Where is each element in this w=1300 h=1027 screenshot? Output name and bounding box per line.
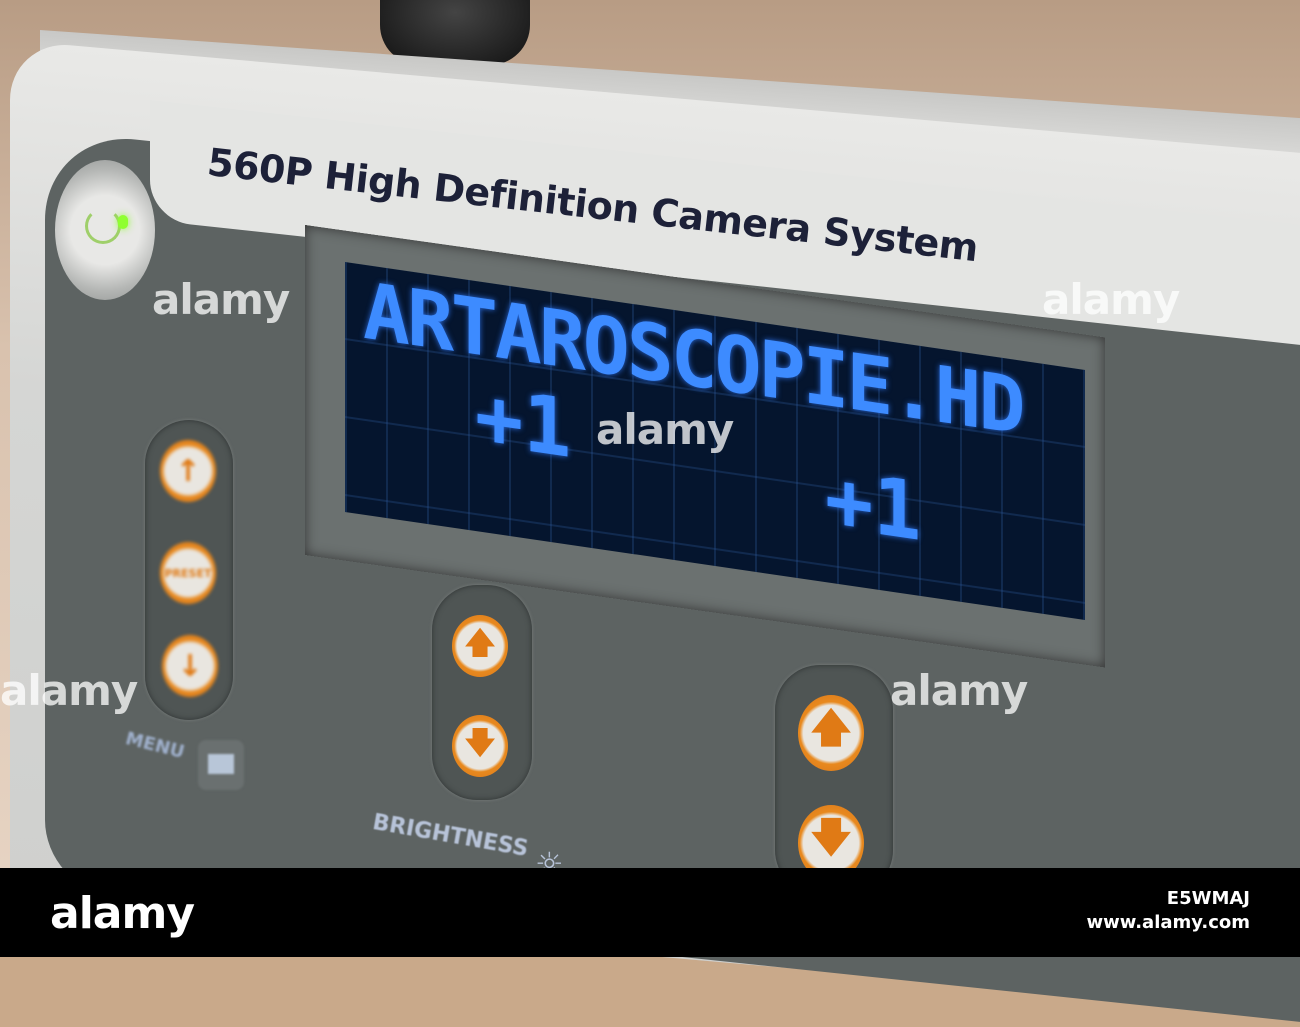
- menu-button[interactable]: [198, 740, 244, 790]
- watermark: alamy: [152, 275, 290, 324]
- image-id: E5WMAJ: [1166, 888, 1250, 909]
- display-value-right: +1: [825, 452, 922, 560]
- preset-label: PRESET: [164, 566, 212, 580]
- arrow-down-icon: 🡇: [810, 815, 852, 861]
- arrow-up-icon: ↑: [175, 453, 201, 489]
- power-icon: [85, 208, 121, 244]
- watermark: alamy: [890, 666, 1028, 715]
- arrow-up-icon: 🡅: [464, 625, 496, 661]
- power-button[interactable]: [55, 160, 155, 300]
- third-up-button[interactable]: 🡅: [798, 695, 864, 771]
- footer-bar: alamy E5WMAJ www.alamy.com: [0, 868, 1300, 957]
- watermark: alamy: [1042, 275, 1180, 324]
- watermark: alamy: [0, 666, 138, 715]
- preset-button[interactable]: PRESET: [160, 542, 216, 604]
- watermark: alamy: [596, 405, 734, 454]
- arrow-down-icon: 🡇: [464, 725, 496, 761]
- alamy-logo: alamy: [50, 888, 195, 939]
- menu-down-button[interactable]: ↓: [162, 635, 218, 697]
- site-url: www.alamy.com: [1086, 912, 1250, 933]
- display-value-left: +1: [475, 368, 572, 477]
- menu-up-button[interactable]: ↑: [160, 440, 216, 502]
- arrow-down-icon: ↓: [177, 648, 203, 684]
- brightness-up-button[interactable]: 🡅: [452, 615, 508, 677]
- power-led-icon: [118, 215, 128, 229]
- arrow-up-icon: 🡅: [810, 705, 852, 751]
- brightness-down-button[interactable]: 🡇: [452, 715, 508, 777]
